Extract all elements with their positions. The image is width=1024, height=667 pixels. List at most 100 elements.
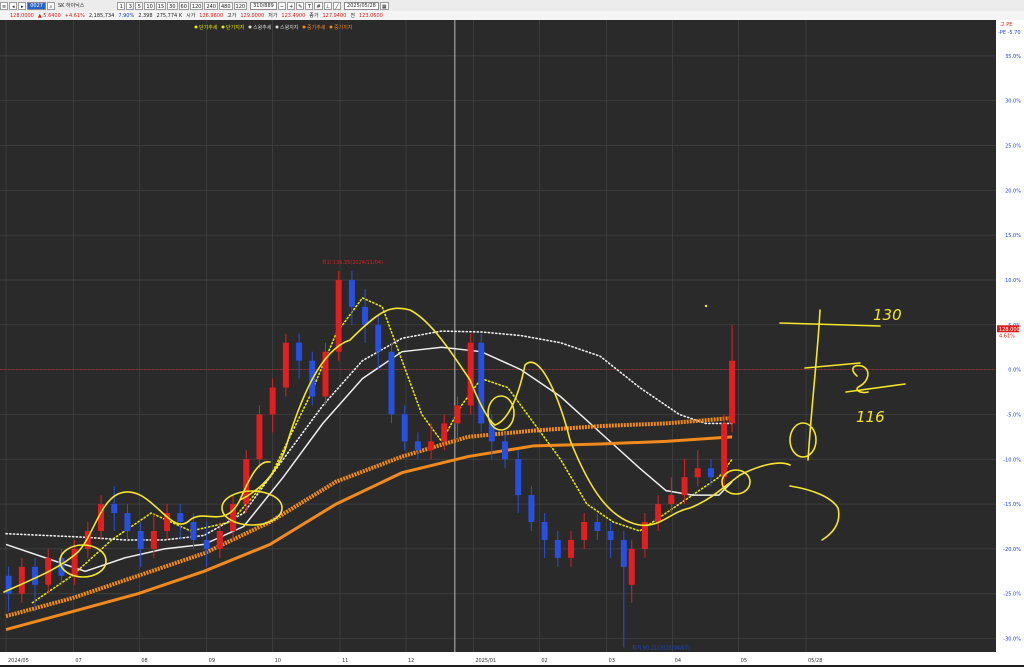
x-tick-label: 05/28: [808, 658, 822, 664]
candle-body: [177, 513, 184, 523]
right-axis-panel: [996, 20, 1024, 665]
highlight-dot: [704, 304, 708, 308]
legend-label: 스윙지지: [280, 24, 298, 31]
text-icon[interactable]: T: [305, 1, 314, 10]
candle-body: [581, 522, 588, 540]
candle-body: [655, 504, 662, 523]
quote-low: 123.4900: [281, 12, 306, 19]
high-label: 고가: [227, 13, 237, 19]
period-buttons: 1 3 5 10 15 30 60 120 240 480 120: [117, 1, 248, 10]
period-button[interactable]: 1: [117, 1, 126, 10]
low-marker: 최저 90.21(2025/04/07): [632, 645, 690, 652]
quote-open: 126.9800: [199, 12, 224, 19]
grid-icon[interactable]: #: [314, 1, 323, 10]
candle-body: [296, 342, 303, 361]
period-button[interactable]: 240: [204, 1, 218, 10]
candle-body: [620, 539, 627, 567]
legend-label: 단기지지: [226, 24, 244, 31]
period-button[interactable]: 480: [218, 1, 233, 10]
hand-label-116: 116: [856, 408, 885, 426]
quote-turnover: 2.398: [138, 12, 153, 19]
y-tick-label: 10.0%: [1005, 278, 1021, 284]
next-icon[interactable]: ▸: [18, 1, 27, 10]
period-button[interactable]: 30: [167, 1, 178, 10]
date-input[interactable]: 2025/05/28: [344, 1, 379, 10]
candle-body: [282, 342, 289, 388]
x-tick-label: 2025/01: [475, 658, 496, 664]
legend-marker: [275, 25, 279, 29]
quote-change-pct: +4.61%: [64, 12, 85, 19]
legend-label: 중기지지: [334, 24, 352, 31]
candle-body: [681, 477, 688, 496]
period-button[interactable]: 15: [155, 1, 167, 10]
bar-count-input[interactable]: 310/889: [250, 1, 277, 10]
period-button[interactable]: 60: [178, 1, 189, 10]
candle-body: [554, 539, 561, 558]
period-button[interactable]: 5: [135, 1, 144, 10]
stock-code-input[interactable]: 0027: [27, 1, 46, 10]
price-badge-pct: 4.61%: [999, 333, 1015, 339]
x-tick-label: 02: [541, 658, 547, 664]
chart-area[interactable]: 35.0%30.0%25.0%20.0%15.0%10.0%5.0%0.0%-5…: [0, 20, 1024, 665]
open-label: 시가: [186, 13, 196, 19]
stock-name: SK 하이닉스: [57, 3, 85, 9]
legend-marker: [248, 25, 252, 29]
zoom-out-icon[interactable]: −: [277, 1, 287, 10]
period-button[interactable]: 3: [126, 1, 135, 10]
candle-body: [594, 522, 601, 531]
period-button[interactable]: 10: [144, 1, 155, 10]
candle-body: [190, 522, 197, 540]
quote-change: ▲ 5.6400: [37, 12, 61, 19]
y-tick-label: 30.0%: [1005, 99, 1021, 105]
close-label: 종가: [309, 13, 319, 19]
candle-body: [428, 441, 435, 451]
period-button[interactable]: 120: [233, 1, 248, 10]
y-tick-label: 25.0%: [1005, 144, 1021, 150]
candle-body: [111, 504, 118, 514]
candle-body: [137, 530, 144, 549]
y-tick-label: 35.0%: [1005, 54, 1021, 60]
candle-body: [362, 306, 369, 325]
legend-label: 중기추세: [307, 24, 326, 31]
y-tick-label: -15.0%: [1003, 502, 1021, 508]
candle-body: [124, 513, 131, 531]
candle-body: [502, 441, 509, 460]
x-tick-label: 08: [141, 658, 147, 664]
plot-background: [0, 20, 1024, 665]
x-tick-label: 10: [275, 658, 281, 664]
price-chart[interactable]: 35.0%30.0%25.0%20.0%15.0%10.0%5.0%0.0%-5…: [0, 20, 1024, 665]
candle-body: [478, 342, 485, 424]
hand-label-130: 130: [873, 306, 902, 324]
search-icon[interactable]: ⌕: [46, 1, 55, 10]
candle-body: [388, 351, 395, 415]
candle-body: [568, 539, 575, 558]
period-button[interactable]: 120: [189, 1, 204, 10]
legend-label: 스윙추세: [253, 24, 272, 31]
quote-price: 128.0000: [10, 12, 34, 19]
y-tick-label: -30.0%: [1003, 637, 1021, 643]
draw-icon[interactable]: ✎: [296, 1, 305, 10]
prev-label: 전: [350, 13, 355, 19]
plot-area: [0, 20, 996, 652]
prev-icon[interactable]: ◂: [9, 1, 18, 10]
candle-body: [348, 279, 355, 307]
candle-body: [668, 495, 675, 505]
candle-body: [729, 360, 736, 424]
candle-body: [18, 566, 25, 594]
right-axis-subheader: -PE -5.70: [998, 30, 1021, 36]
menu-icon[interactable]: ≡: [0, 1, 9, 10]
legend-marker: [302, 25, 306, 29]
line-icon[interactable]: ╱: [333, 1, 342, 10]
quote-prev: 123.0600: [358, 12, 383, 19]
candle-body: [32, 566, 39, 585]
candle-body: [203, 539, 210, 549]
y-tick-label: -20.0%: [1003, 547, 1021, 553]
quote-amount: 275,774 K: [156, 12, 183, 19]
y-tick-label: 0.0%: [1008, 368, 1021, 374]
candle-body: [375, 324, 382, 352]
ruler-icon[interactable]: ⊥: [323, 1, 333, 10]
candle-body: [515, 459, 522, 496]
calendar-icon[interactable]: ▦: [379, 1, 389, 10]
zoom-in-icon[interactable]: +: [287, 1, 296, 10]
candle-body: [335, 279, 342, 352]
